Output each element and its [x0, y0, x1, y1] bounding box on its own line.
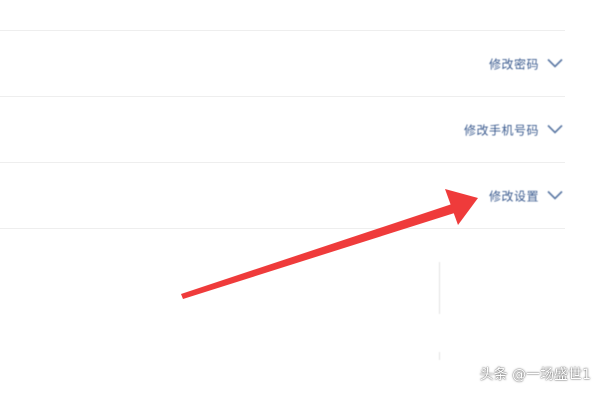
change-phone-toggle[interactable]: 修改手机号码	[464, 121, 563, 138]
chevron-down-icon	[547, 190, 563, 200]
chevron-down-icon	[547, 124, 563, 134]
chevron-down-icon	[547, 58, 563, 68]
settings-row-divider	[0, 228, 565, 229]
watermark: 头条 @一场盛世1	[479, 367, 591, 383]
change-phone-label: 修改手机号码	[463, 123, 539, 137]
settings-row-phone: 修改手机号码	[0, 96, 565, 162]
vertical-divider	[439, 262, 440, 314]
settings-row-settings: 修改设置	[0, 162, 565, 228]
change-password-toggle[interactable]: 修改密码	[489, 55, 563, 72]
change-settings-label: 修改设置	[488, 189, 539, 203]
settings-row-password: 修改密码	[0, 30, 565, 96]
change-settings-toggle[interactable]: 修改设置	[489, 187, 563, 204]
vertical-divider-tick	[439, 352, 440, 360]
change-password-label: 修改密码	[488, 57, 539, 71]
